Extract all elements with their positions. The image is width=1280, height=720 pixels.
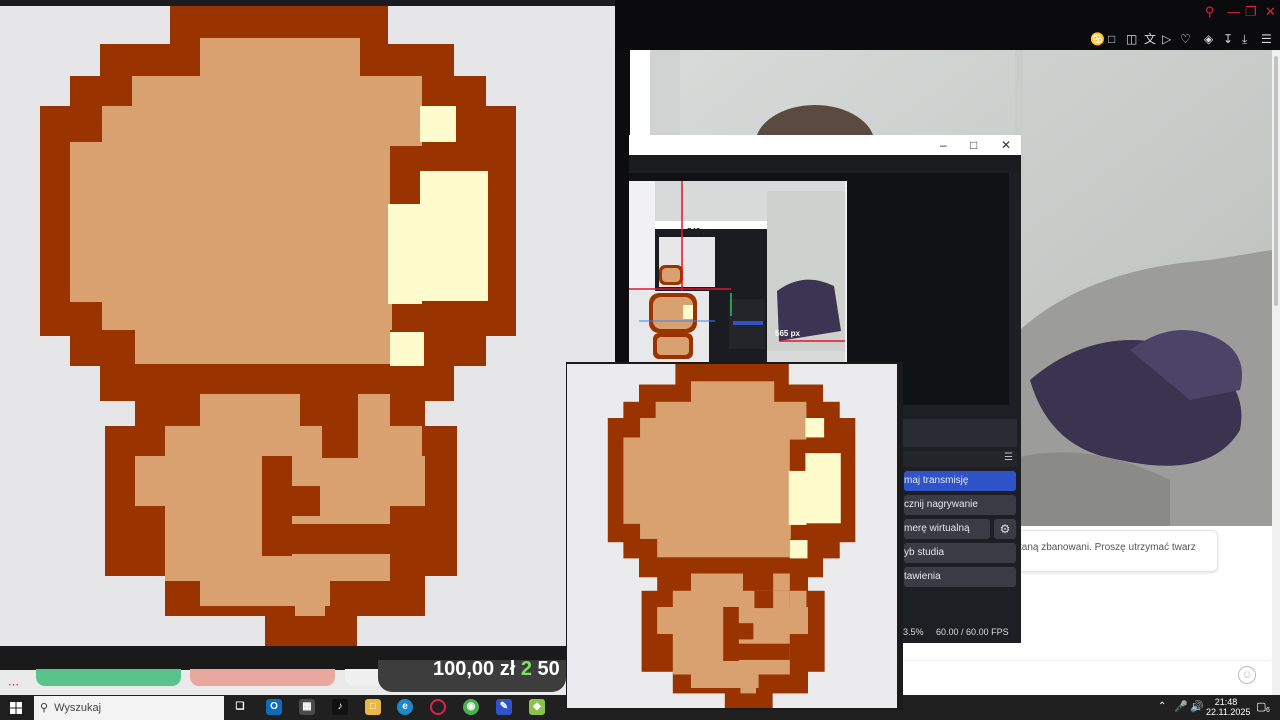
- clock-time: 21:48: [1214, 697, 1238, 707]
- task-view-icon[interactable]: ❏: [232, 699, 248, 715]
- system-tray: ⌃ 🎤 🔊 21:48 22.11.2025 ▢ 6: [1150, 696, 1280, 720]
- ban-warning-message: taną zbanowani. Proszę utrzymać twarz: [1000, 530, 1218, 572]
- start-streaming-button[interactable]: maj transmisję: [904, 471, 1016, 491]
- donation-goal-pill: 100,00 zł 2 50 C: [378, 660, 566, 692]
- settings-button[interactable]: tawienia: [904, 567, 1016, 587]
- search-icon: ⚲: [40, 702, 49, 714]
- pixel-art-large: [0, 6, 615, 646]
- donation-amount: 100,00 zł: [433, 660, 516, 680]
- nested-capture: [629, 181, 847, 363]
- scroll-thumb[interactable]: [1274, 56, 1278, 306]
- emoji-icon[interactable]: ☺: [1238, 666, 1256, 684]
- heart-icon[interactable]: ♡: [1180, 32, 1191, 46]
- goal-tail: 50 C: [537, 660, 566, 680]
- translate-icon[interactable]: 文: [1144, 32, 1156, 46]
- extensions-icon[interactable]: ◈: [1204, 32, 1213, 46]
- clock-date: 22.11.2025: [1206, 707, 1251, 717]
- browser-toolbar: ⚲ — ❐ ✕ ♋ □ ◫ 文 ▷ ♡ ◈ ↧ ⤓ ☰: [615, 0, 1280, 50]
- restore-icon[interactable]: ❐: [1245, 4, 1257, 20]
- obs-statusbar: 3.5% 60.00 / 60.00 FPS: [903, 621, 1021, 643]
- file-explorer-icon[interactable]: □: [365, 699, 381, 715]
- minimize-icon[interactable]: –: [940, 137, 947, 153]
- studio-mode-button[interactable]: yb studia: [904, 543, 1016, 563]
- download-icon[interactable]: ↧: [1223, 32, 1233, 46]
- volume-icon[interactable]: 🔊: [1190, 700, 1204, 713]
- obs-dock-header: [903, 419, 1017, 447]
- tiktok-icon[interactable]: ♪: [332, 699, 348, 715]
- overlay-pill-pink: [190, 669, 335, 686]
- pin-icon[interactable]: ♋: [1090, 32, 1105, 46]
- play-icon[interactable]: ▷: [1162, 32, 1171, 46]
- search-icon[interactable]: ⚲: [1205, 4, 1215, 20]
- menu-icon[interactable]: ☰: [1261, 32, 1272, 46]
- opera-icon[interactable]: [430, 699, 446, 715]
- minimize-icon[interactable]: —: [1227, 4, 1240, 20]
- crop-icon[interactable]: □: [1108, 32, 1115, 46]
- notification-icon[interactable]: ▢: [1256, 700, 1266, 713]
- width-measure-label: 542 px: [687, 227, 712, 236]
- cpu-usage: 3.5%: [903, 627, 924, 637]
- gear-icon[interactable]: ⚙: [994, 519, 1016, 539]
- chrome-icon[interactable]: ◉: [463, 699, 479, 715]
- paint-icon[interactable]: ✎: [496, 699, 512, 715]
- goal-progress: 2: [520, 660, 532, 680]
- chevron-up-icon[interactable]: ⌃: [1158, 701, 1166, 712]
- clock[interactable]: 21:48 22.11.2025: [1206, 697, 1250, 717]
- obs-menubar: [629, 155, 1021, 173]
- obs-titlebar: – □ ✕: [629, 135, 1021, 155]
- overflow-dots-icon[interactable]: ⋯: [8, 678, 19, 691]
- height-measure-label: 565 px: [775, 329, 800, 338]
- edge-icon[interactable]: e: [397, 699, 413, 715]
- close-icon[interactable]: ✕: [1265, 4, 1276, 20]
- taskbar-search[interactable]: ⚲ Wyszukaj: [34, 696, 224, 720]
- shield-icon[interactable]: ◫: [1126, 32, 1137, 46]
- bluestacks-icon[interactable]: ◆: [529, 699, 545, 715]
- fps-readout: 60.00 / 60.00 FPS: [936, 627, 1009, 637]
- pixel-art-small: [567, 364, 897, 710]
- outlook-icon[interactable]: O: [266, 699, 282, 715]
- microphone-icon[interactable]: 🎤: [1174, 700, 1188, 713]
- virtual-camera-button[interactable]: merę wirtualną: [904, 519, 990, 539]
- store-icon[interactable]: ▦: [299, 699, 315, 715]
- search-placeholder: Wyszukaj: [54, 702, 102, 714]
- windows-start-icon[interactable]: [10, 701, 22, 714]
- notification-count: 6: [1266, 707, 1270, 714]
- controls-dock-title: ☰: [903, 451, 1017, 467]
- start-recording-button[interactable]: cznij nagrywanie: [904, 495, 1016, 515]
- maximize-icon[interactable]: □: [970, 137, 977, 153]
- overlay-pill-green: [36, 669, 181, 686]
- download-alt-icon[interactable]: ⤓: [1242, 32, 1247, 46]
- close-icon[interactable]: ✕: [1001, 137, 1011, 153]
- dock-menu-icon[interactable]: ☰: [1004, 452, 1013, 463]
